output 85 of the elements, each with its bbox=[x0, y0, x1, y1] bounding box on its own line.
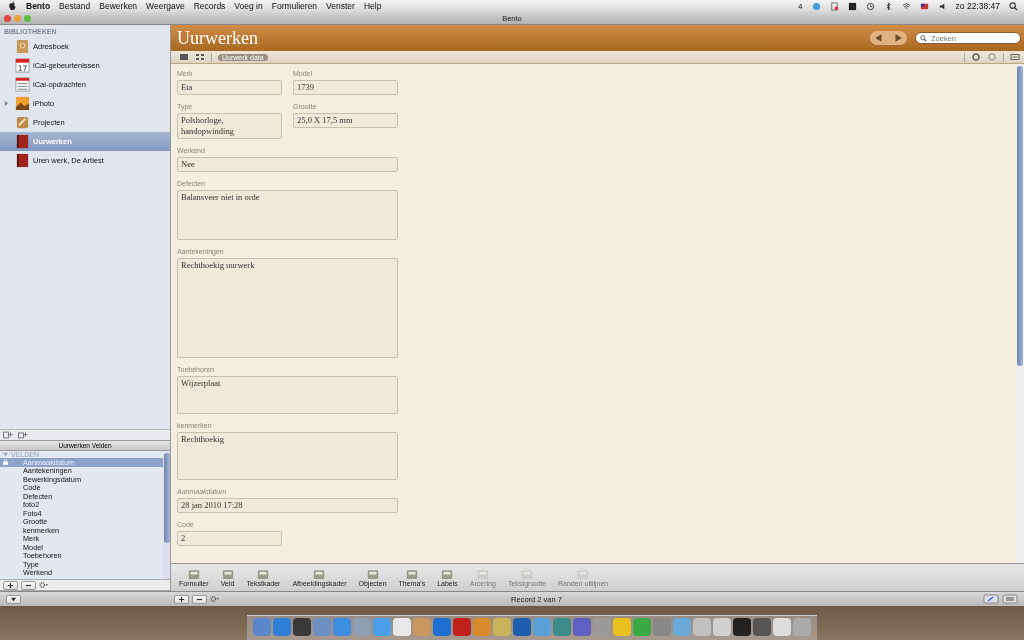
tool-icon bbox=[256, 568, 271, 580]
minimize-button[interactable] bbox=[14, 14, 21, 22]
app-icon[interactable] bbox=[693, 618, 711, 636]
library-title: Uurwerken bbox=[177, 27, 258, 49]
record-navigation[interactable] bbox=[870, 31, 907, 45]
menu-item[interactable]: Bewerken bbox=[99, 1, 138, 11]
tool-icon bbox=[440, 568, 455, 580]
remove-field-button[interactable] bbox=[21, 580, 36, 590]
edit-icon[interactable] bbox=[983, 594, 999, 604]
add-circle-icon[interactable] bbox=[971, 53, 981, 61]
plus-icon bbox=[7, 581, 14, 589]
close-button[interactable] bbox=[4, 14, 11, 22]
search-icon[interactable] bbox=[1009, 1, 1018, 11]
app-icon[interactable] bbox=[573, 618, 591, 636]
book-icon bbox=[15, 153, 30, 168]
gear-icon[interactable] bbox=[39, 581, 49, 589]
tool-icon bbox=[220, 568, 235, 580]
text-field[interactable]: Balansveer niet in orde bbox=[177, 190, 398, 240]
gear-icon[interactable] bbox=[210, 595, 220, 603]
app-icon[interactable] bbox=[513, 618, 531, 636]
app-icon[interactable] bbox=[453, 618, 471, 636]
app-icon[interactable] bbox=[753, 618, 771, 636]
photo-album-icon bbox=[15, 96, 30, 111]
text-field[interactable]: Rechthoekig uurwerk bbox=[177, 258, 398, 358]
app-menu[interactable]: Bento bbox=[26, 1, 51, 11]
text-field[interactable]: Wijzerplaat bbox=[177, 376, 398, 414]
dropdown-button[interactable] bbox=[6, 594, 21, 604]
text-field[interactable]: 28 jan 2010 17:28 bbox=[177, 498, 398, 513]
text-field[interactable]: 1739 bbox=[293, 80, 398, 95]
tool-icon bbox=[475, 568, 490, 580]
menu-item[interactable]: Voeg in bbox=[234, 1, 263, 11]
caret-icon bbox=[10, 595, 17, 603]
clock-icon[interactable] bbox=[865, 1, 875, 11]
add-field-button[interactable] bbox=[3, 580, 18, 590]
calendar-icon: 17 bbox=[15, 58, 30, 73]
delete-record-button[interactable] bbox=[192, 594, 207, 604]
address-book-icon bbox=[15, 39, 30, 54]
tool-icon bbox=[312, 568, 327, 580]
task-list-icon bbox=[15, 77, 30, 92]
document-icon[interactable] bbox=[829, 1, 839, 11]
menu-item[interactable]: Formulieren bbox=[271, 1, 318, 11]
text-field[interactable]: Eta bbox=[177, 80, 282, 95]
text-field[interactable]: Polshorloge, handopwinding bbox=[177, 113, 282, 139]
text-field[interactable]: Rechthoekig bbox=[177, 432, 398, 480]
tool-icon bbox=[576, 568, 591, 580]
layout-icon[interactable] bbox=[1002, 594, 1018, 604]
wifi-icon[interactable] bbox=[901, 1, 911, 11]
keyboard-icon[interactable] bbox=[1010, 53, 1020, 61]
app-icon[interactable] bbox=[773, 618, 791, 636]
menu-item[interactable]: Help bbox=[363, 1, 382, 11]
add-record-button[interactable] bbox=[174, 594, 189, 604]
text-field[interactable]: 25,0 X 17,5 mm bbox=[293, 113, 398, 128]
app-icon[interactable] bbox=[713, 618, 731, 636]
notepad-icon bbox=[15, 115, 30, 130]
scroll-bar[interactable] bbox=[1016, 64, 1024, 563]
disclosure-triangle-icon[interactable] bbox=[3, 101, 9, 106]
menu-item[interactable]: Records bbox=[193, 1, 226, 11]
tool-icon bbox=[519, 568, 534, 580]
form-view-icon[interactable] bbox=[179, 53, 189, 61]
text-field[interactable]: Nee bbox=[177, 157, 398, 172]
scroll-bar[interactable] bbox=[163, 451, 170, 579]
menu-item[interactable]: Venster bbox=[326, 1, 355, 11]
tool-icon bbox=[404, 568, 419, 580]
text-field[interactable]: 2 bbox=[177, 531, 282, 546]
disclosure-triangle-icon[interactable] bbox=[3, 452, 8, 457]
new-collection-icon[interactable] bbox=[18, 431, 28, 439]
app-icon[interactable] bbox=[393, 618, 411, 636]
tool-icon bbox=[186, 568, 201, 580]
menu-item[interactable]: Weergave bbox=[146, 1, 185, 11]
circle-icon[interactable] bbox=[987, 53, 997, 61]
tool-icon bbox=[365, 568, 380, 580]
app-icon[interactable] bbox=[293, 618, 311, 636]
apple-icon[interactable] bbox=[8, 1, 17, 11]
status-badge[interactable]: 4 bbox=[798, 1, 803, 11]
app-icon[interactable] bbox=[733, 618, 751, 636]
menu-clock[interactable]: zo 22:38:47 bbox=[955, 1, 1000, 11]
grid-view-icon[interactable] bbox=[195, 53, 205, 61]
zoom-button[interactable] bbox=[24, 14, 31, 22]
new-library-icon[interactable] bbox=[3, 431, 13, 439]
book-icon bbox=[15, 134, 30, 149]
menu-item[interactable]: Bestand bbox=[59, 1, 91, 11]
plus-icon bbox=[178, 595, 185, 603]
search-icon bbox=[920, 34, 927, 42]
app-icon[interactable] bbox=[613, 618, 631, 636]
flag-icon[interactable] bbox=[919, 1, 929, 11]
